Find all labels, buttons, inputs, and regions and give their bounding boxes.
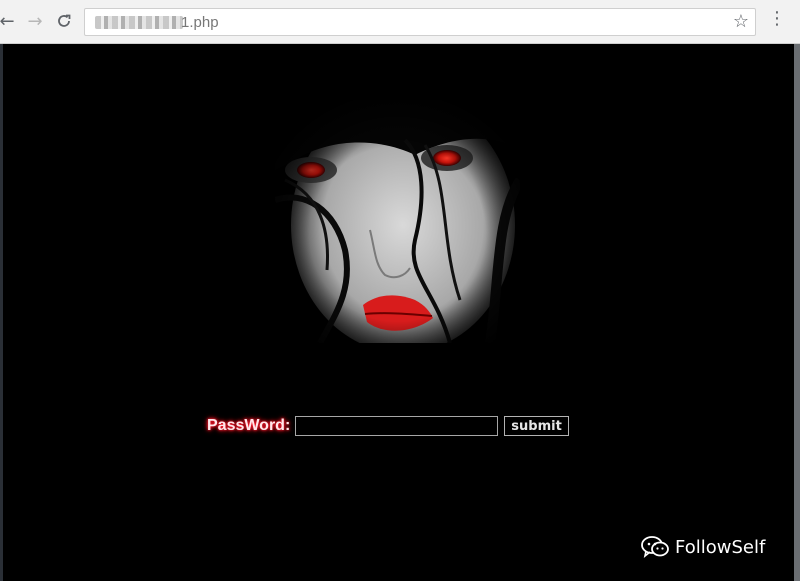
forward-arrow-icon[interactable]: →: [22, 8, 48, 34]
watermark-text: FollowSelf: [675, 536, 766, 558]
submit-button[interactable]: submit: [504, 416, 569, 436]
star-icon[interactable]: ☆: [733, 11, 749, 32]
window-edge-right: [794, 44, 800, 581]
back-arrow-icon[interactable]: ←: [0, 8, 20, 34]
password-input[interactable]: [295, 416, 499, 436]
watermark: FollowSelf: [641, 535, 765, 559]
password-form: PassWord: submit: [207, 414, 569, 438]
wechat-icon: [641, 536, 669, 558]
portrait-image: [275, 100, 520, 343]
password-label: PassWord:: [207, 417, 291, 434]
kebab-menu-icon[interactable]: ⋮: [768, 8, 786, 29]
browser-toolbar: ← → 1.php ☆ ⋮: [0, 0, 800, 44]
address-bar[interactable]: 1.php ☆: [84, 8, 756, 36]
url-text: 1.php: [181, 14, 219, 31]
reload-icon[interactable]: [51, 8, 77, 34]
window-edge-left: [0, 44, 3, 581]
url-redacted: [95, 16, 183, 29]
